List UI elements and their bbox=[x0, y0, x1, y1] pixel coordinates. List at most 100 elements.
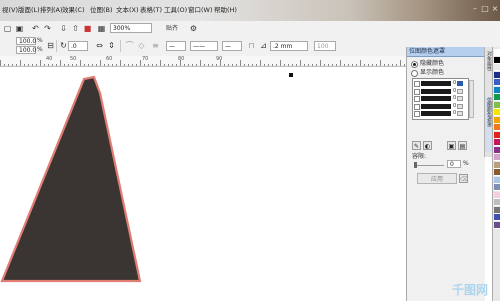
palette-swatch[interactable] bbox=[494, 139, 500, 146]
color-list-scrollbar[interactable] bbox=[469, 80, 474, 118]
open-icon[interactable]: ▢ bbox=[2, 23, 13, 34]
color-mask-value: 0 bbox=[453, 87, 457, 94]
palette-swatch[interactable] bbox=[494, 79, 500, 86]
snap-to-menu[interactable]: 贴齐 bbox=[166, 25, 178, 33]
apply-button[interactable]: 应用 bbox=[417, 173, 457, 184]
export-icon[interactable]: ⇧ bbox=[70, 23, 81, 34]
undo-icon[interactable]: ↶ bbox=[30, 23, 41, 34]
palette-swatch[interactable] bbox=[494, 169, 500, 176]
standard-toolbar: ▢ ▣ ↶ ↷ ⇩ ⇧ ■ ▦ 300% 贴齐 ⚙ bbox=[0, 21, 500, 37]
close-curve-icon[interactable]: ⊓ bbox=[246, 40, 257, 51]
palette-swatch[interactable] bbox=[494, 184, 500, 191]
line-style-select[interactable]: —— bbox=[190, 41, 218, 51]
start-arrow-select[interactable]: — bbox=[166, 41, 186, 51]
ruler-tick bbox=[128, 64, 129, 66]
show-color-radio[interactable] bbox=[411, 70, 418, 77]
palette-swatch[interactable] bbox=[494, 154, 500, 161]
menu-item[interactable]: 文本(X) bbox=[114, 5, 141, 15]
end-arrow-select[interactable]: — bbox=[222, 41, 242, 51]
palette-swatch[interactable] bbox=[494, 221, 500, 229]
selection-handle[interactable] bbox=[289, 73, 293, 77]
hide-color-radio[interactable] bbox=[411, 61, 418, 68]
ruler-tick bbox=[180, 60, 181, 66]
ruler-tick bbox=[236, 64, 237, 66]
color-mask-checkbox[interactable] bbox=[414, 96, 420, 102]
palette-swatch[interactable] bbox=[494, 94, 500, 101]
scale-value-input[interactable]: 100 bbox=[314, 41, 336, 51]
palette-swatch[interactable] bbox=[494, 206, 500, 214]
palette-swatch[interactable] bbox=[494, 199, 500, 206]
rotation-input[interactable]: .0 bbox=[68, 41, 88, 51]
menu-item[interactable]: 位图(B) bbox=[88, 5, 115, 15]
color-mask-row[interactable]: 0 bbox=[413, 80, 466, 87]
palette-swatch[interactable] bbox=[494, 49, 500, 56]
palette-swatch[interactable] bbox=[494, 56, 500, 64]
app-launcher-icon[interactable]: ▦ bbox=[96, 23, 107, 34]
open-mask-icon[interactable]: ▤ bbox=[458, 141, 467, 150]
scale-width-input[interactable]: 100.0 bbox=[16, 37, 36, 45]
color-mask-value: 0 bbox=[453, 110, 457, 116]
outline-width-select[interactable]: .2 mm bbox=[270, 41, 308, 51]
color-mask-checkbox[interactable] bbox=[414, 111, 420, 117]
mirror-horizontal-icon[interactable]: ⇔ bbox=[94, 40, 105, 51]
ruler-tick bbox=[372, 64, 373, 66]
save-icon[interactable]: ▣ bbox=[14, 23, 25, 34]
palette-swatch[interactable] bbox=[494, 64, 500, 71]
palette-swatch[interactable] bbox=[494, 131, 500, 139]
tolerance-slider-thumb[interactable] bbox=[414, 162, 417, 168]
ruler-tick bbox=[252, 64, 253, 66]
mirror-vertical-icon[interactable]: ⇕ bbox=[106, 40, 117, 51]
color-mask-row[interactable]: 0 bbox=[413, 110, 466, 117]
palette-swatch[interactable] bbox=[494, 116, 500, 124]
eyedropper-icon[interactable]: ✎ bbox=[412, 141, 421, 150]
ruler-tick bbox=[300, 60, 301, 66]
palette-swatch[interactable] bbox=[494, 101, 500, 109]
tolerance-slider-track[interactable] bbox=[414, 165, 444, 166]
color-mask-row[interactable]: 0 bbox=[413, 95, 466, 102]
scale-height-input[interactable]: 100.0 bbox=[16, 46, 36, 54]
color-mask-row[interactable]: 0 bbox=[413, 87, 466, 95]
selected-triangle-shape[interactable] bbox=[0, 75, 142, 283]
palette-swatch[interactable] bbox=[494, 86, 500, 94]
percent-label: % bbox=[37, 37, 43, 44]
ruler-tick bbox=[68, 64, 69, 66]
redo-icon[interactable]: ↷ bbox=[42, 23, 53, 34]
color-list[interactable]: 00000 bbox=[412, 78, 469, 120]
align-icon[interactable]: ≡ bbox=[150, 40, 161, 51]
tolerance-input[interactable]: 0 bbox=[447, 160, 461, 168]
publish-pdf-icon[interactable]: ■ bbox=[82, 23, 93, 34]
edit-nodes-icon[interactable]: ◇ bbox=[136, 40, 147, 51]
restore-icon[interactable]: □ bbox=[480, 4, 490, 14]
palette-swatch[interactable] bbox=[494, 214, 500, 221]
palette-swatch[interactable] bbox=[494, 124, 500, 131]
horizontal-ruler[interactable]: 40 50 60 70 80 90 bbox=[0, 56, 406, 67]
palette-swatch[interactable] bbox=[494, 146, 500, 154]
menu-item[interactable]: 效果(C) bbox=[60, 5, 87, 15]
palette-swatch[interactable] bbox=[494, 71, 500, 79]
minimize-icon[interactable]: – bbox=[470, 4, 480, 14]
zoom-level-select[interactable]: 300% bbox=[110, 23, 152, 33]
menu-item[interactable]: 窗口(W) bbox=[186, 5, 215, 15]
save-mask-icon[interactable]: ▣ bbox=[447, 141, 456, 150]
color-mask-checkbox[interactable] bbox=[414, 81, 420, 87]
to-curves-icon[interactable]: ⌒ bbox=[124, 40, 135, 51]
edit-color-icon[interactable]: ◐ bbox=[423, 141, 432, 150]
ruler-tick bbox=[240, 60, 241, 66]
close-icon[interactable]: × bbox=[490, 4, 500, 14]
delete-icon[interactable]: ⌫ bbox=[459, 174, 468, 183]
palette-swatch[interactable] bbox=[494, 161, 500, 169]
color-mask-checkbox[interactable] bbox=[414, 103, 420, 110]
palette-swatch[interactable] bbox=[494, 191, 500, 199]
color-mask-checkbox[interactable] bbox=[414, 88, 420, 95]
color-mask-row[interactable]: 0 bbox=[413, 103, 466, 110]
ruler-tick bbox=[336, 64, 337, 66]
options-icon[interactable]: ⚙ bbox=[188, 23, 199, 34]
menu-item[interactable]: 帮助(H) bbox=[212, 5, 239, 15]
palette-swatch[interactable] bbox=[494, 109, 500, 116]
palette-swatch[interactable] bbox=[494, 176, 500, 184]
lock-ratio-icon[interactable]: ⊟ bbox=[45, 40, 56, 51]
ruler-tick bbox=[376, 64, 377, 66]
menu-item[interactable]: 表格(T) bbox=[138, 5, 164, 15]
import-icon[interactable]: ⇩ bbox=[58, 23, 69, 34]
drawing-canvas[interactable] bbox=[0, 67, 406, 301]
